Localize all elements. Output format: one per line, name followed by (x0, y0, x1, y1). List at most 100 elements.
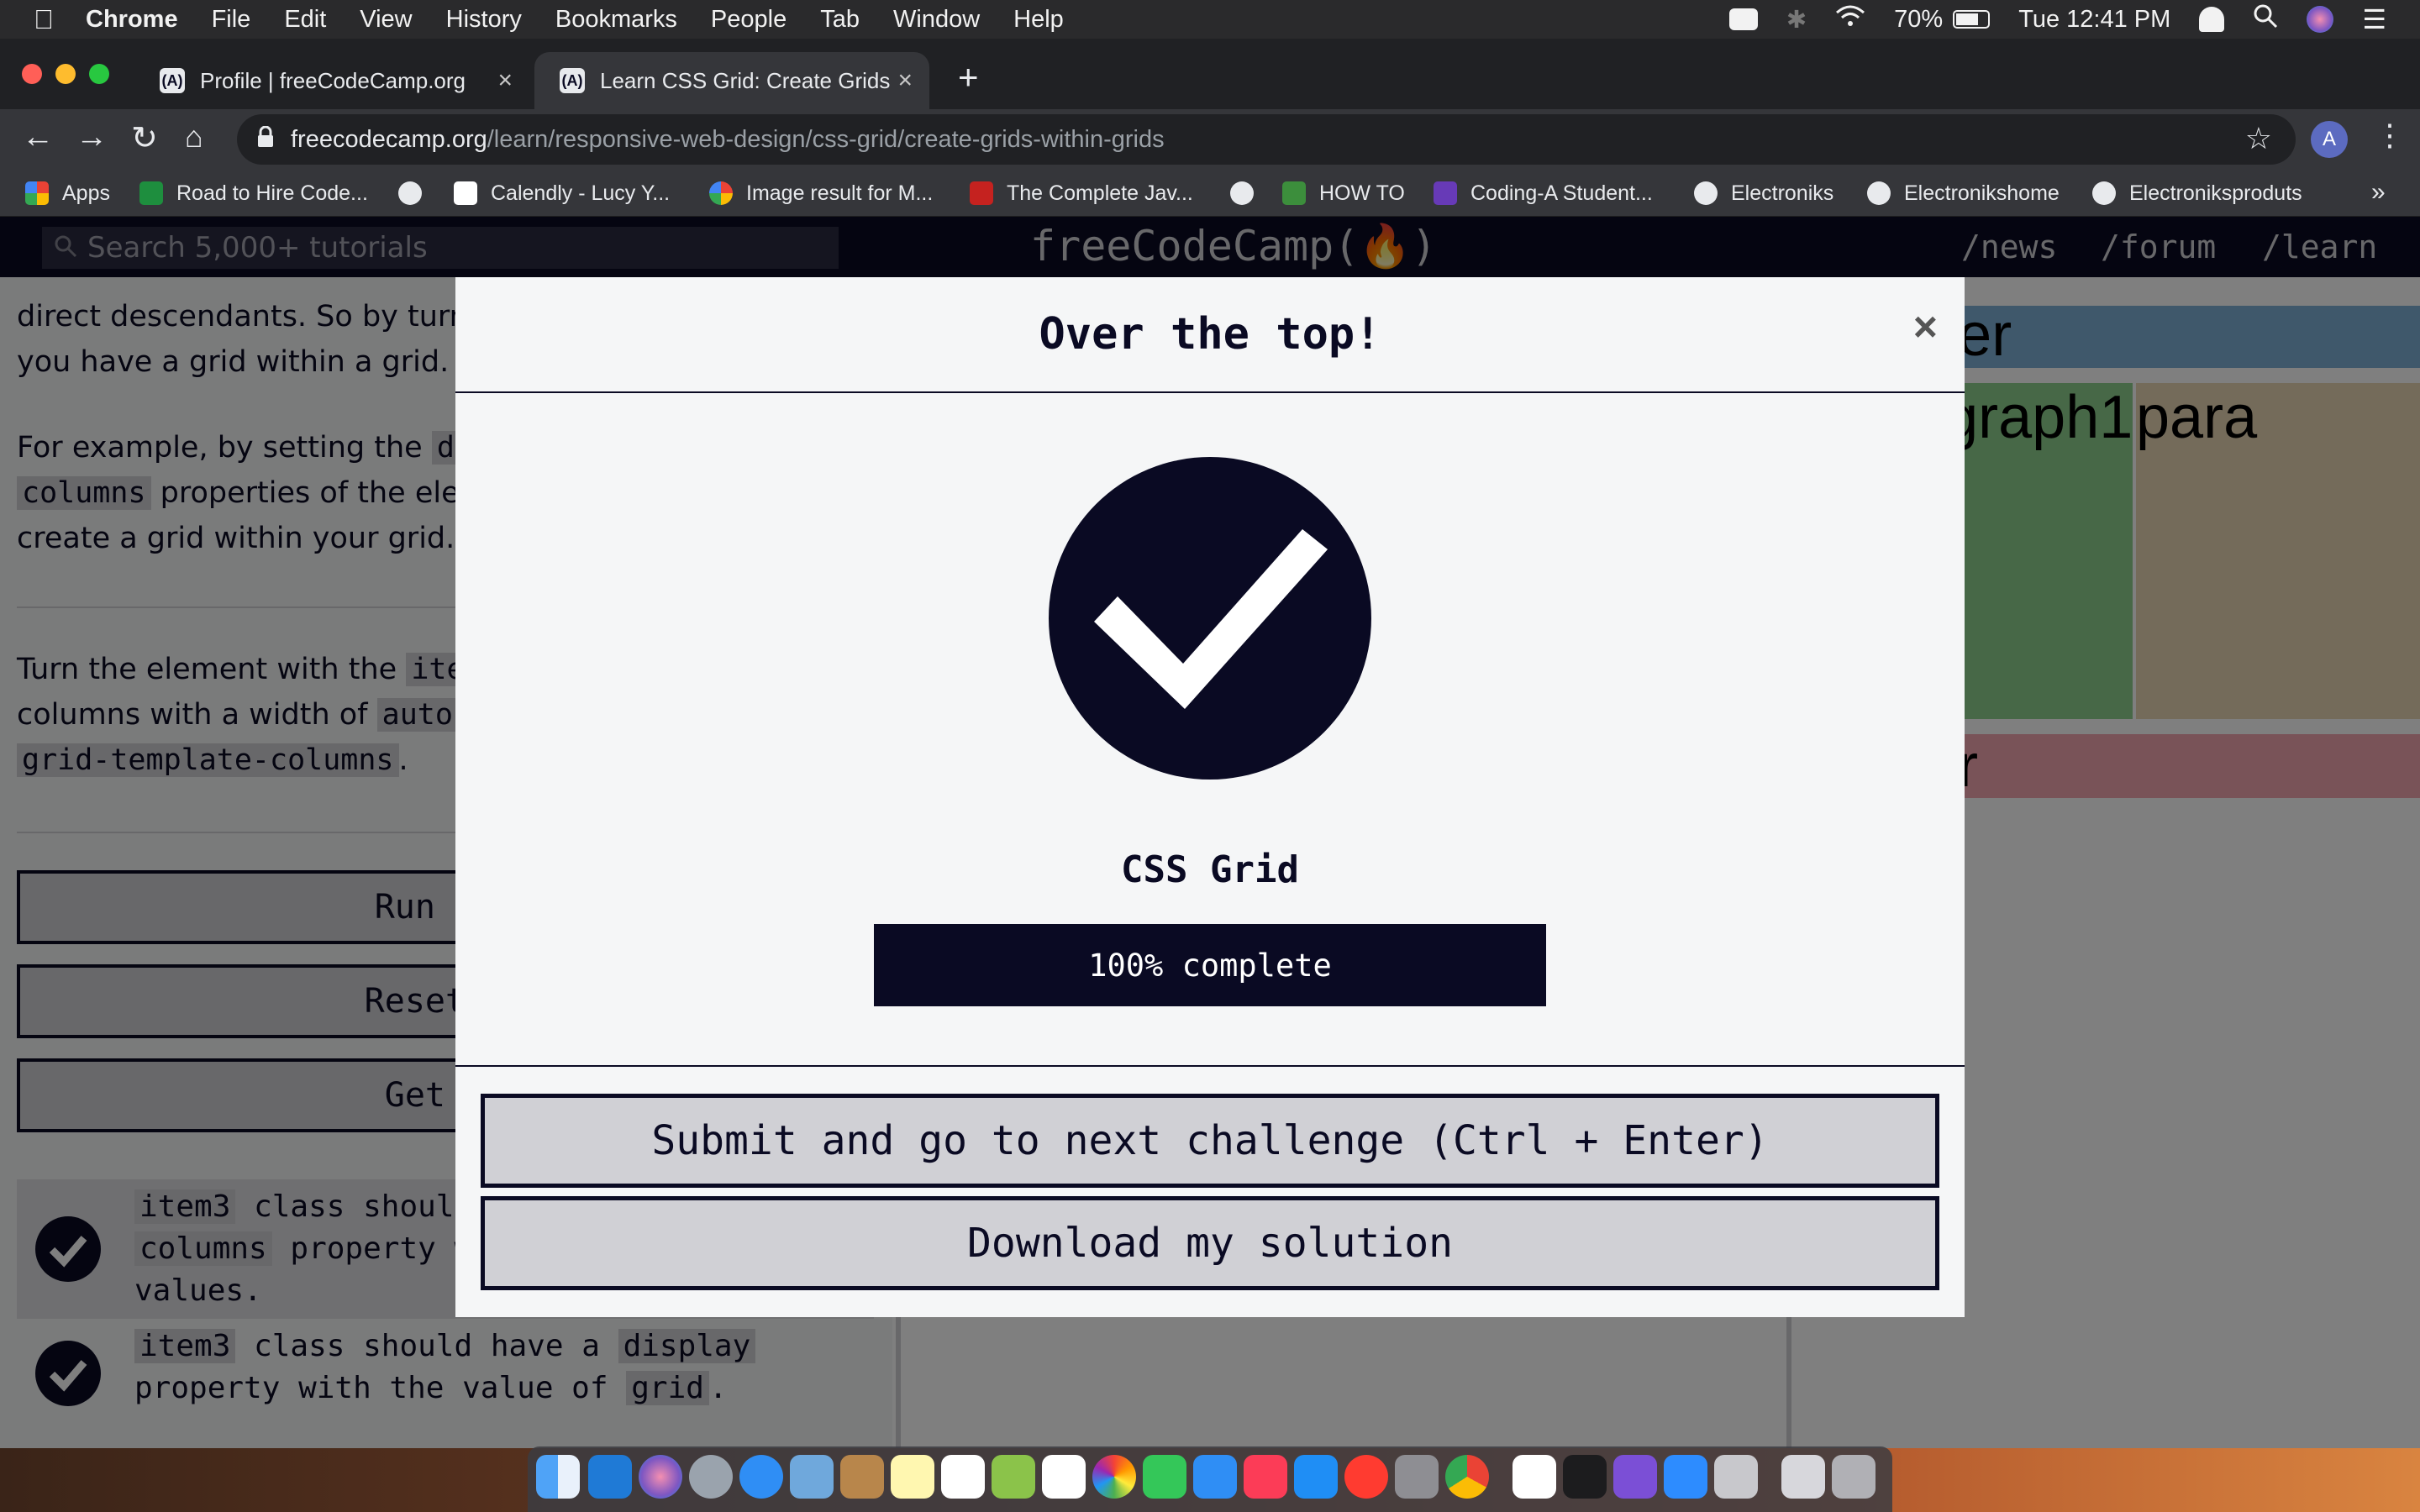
finder-icon[interactable] (536, 1455, 580, 1499)
bookmark-road-to-hire[interactable]: Road to Hire Code... (139, 180, 368, 207)
reload-icon[interactable]: ↻ (131, 119, 158, 157)
home-icon[interactable]: ⌂ (185, 119, 203, 155)
bookmarks-overflow-icon[interactable]: » (2371, 178, 2386, 207)
bookmark-electroniks[interactable]: Electroniks (1694, 180, 1833, 207)
bookmark-globe-1[interactable] (398, 180, 435, 207)
launchpad-icon[interactable] (689, 1455, 733, 1499)
notebook-icon[interactable] (840, 1455, 884, 1499)
music-icon[interactable] (1244, 1455, 1287, 1499)
reminders-icon[interactable] (941, 1455, 985, 1499)
menu-tab[interactable]: Tab (820, 6, 860, 34)
address-bar[interactable]: freecodecamp.org/learn/responsive-web-de… (237, 114, 2296, 165)
fcc-favicon-icon: (A) (160, 68, 185, 93)
safari-icon[interactable] (739, 1455, 783, 1499)
tab-title: Learn CSS Grid: Create Grids w (600, 67, 894, 93)
chrome-icon[interactable] (1445, 1455, 1489, 1499)
submit-next-button[interactable]: Submit and go to next challenge (Ctrl + … (481, 1094, 1939, 1188)
url-path: /learn/responsive-web-design/css-grid/cr… (487, 125, 1165, 153)
calendar-icon[interactable] (1042, 1455, 1086, 1499)
tab-learn-css-grid[interactable]: (A) Learn CSS Grid: Create Grids w × (534, 52, 929, 109)
button-label: Download my solution (967, 1220, 1453, 1267)
menu-view[interactable]: View (360, 6, 412, 34)
bookmarks-bar: Apps Road to Hire Code... Calendly - Luc… (0, 170, 2420, 217)
clock[interactable]: Tue 12:41 PM (2018, 6, 2170, 34)
browser-tab-strip: (A) Profile | freeCodeCamp.org × (A) Lea… (0, 39, 2420, 109)
github-desktop-icon[interactable] (1613, 1455, 1657, 1499)
battery-icon[interactable] (1953, 10, 1991, 29)
bookmark-label: The Complete Jav... (1007, 181, 1193, 205)
tab-profile[interactable]: (A) Profile | freeCodeCamp.org × (134, 52, 529, 109)
bookmark-label: Image result for M... (746, 181, 934, 205)
app-store-icon[interactable] (1294, 1455, 1338, 1499)
profile-avatar[interactable]: A (2311, 121, 2348, 158)
user-icon[interactable] (2199, 7, 2225, 32)
notes-icon[interactable] (891, 1455, 934, 1499)
bookmark-label: Coding-A Student... (1470, 181, 1653, 205)
zoom-icon[interactable] (1664, 1455, 1707, 1499)
photos-icon[interactable] (1092, 1455, 1136, 1499)
downloads-folder-icon[interactable] (1781, 1455, 1825, 1499)
siri-icon[interactable] (639, 1455, 682, 1499)
preview-app-icon[interactable] (790, 1455, 834, 1499)
menu-app-name[interactable]: Chrome (86, 6, 178, 34)
globe-icon (2092, 181, 2116, 205)
globe-icon (1230, 181, 1254, 205)
menu-people[interactable]: People (711, 6, 786, 34)
window-zoom-button[interactable] (89, 64, 109, 84)
course-name: CSS Grid (1121, 848, 1299, 891)
bookmark-calendly[interactable]: Calendly - Lucy Y... (454, 180, 670, 207)
menu-window[interactable]: Window (893, 6, 980, 34)
maps-icon[interactable] (992, 1455, 1035, 1499)
bookmark-coding-a-student[interactable]: Coding-A Student... (1434, 180, 1653, 207)
fcc-favicon-icon: (A) (560, 68, 585, 93)
bluetooth-icon[interactable]: ✱ (1786, 5, 1807, 34)
system-preferences-icon[interactable] (1395, 1455, 1439, 1499)
bookmark-electronikshome[interactable]: Electronikshome (1867, 180, 2060, 207)
browser-menu-icon[interactable]: ⋮ (2375, 118, 2405, 153)
bookmark-electroniksproduts[interactable]: Electroniksproduts (2092, 180, 2302, 207)
bookmark-complete-java[interactable]: The Complete Jav... (970, 180, 1193, 207)
messages-icon[interactable] (1193, 1455, 1237, 1499)
menu-help[interactable]: Help (1013, 6, 1064, 34)
modal-footer: Submit and go to next challenge (Ctrl + … (455, 1065, 1965, 1317)
news-icon[interactable] (1344, 1455, 1388, 1499)
menu-bookmarks[interactable]: Bookmarks (555, 6, 677, 34)
vscode-icon[interactable] (588, 1455, 632, 1499)
tab-close-icon[interactable]: × (497, 66, 513, 95)
apps-grid-icon (25, 181, 49, 205)
download-solution-button[interactable]: Download my solution (481, 1196, 1939, 1290)
bookmark-globe-2[interactable] (1230, 180, 1267, 207)
tab-title: Profile | freeCodeCamp.org (200, 67, 466, 93)
window-close-button[interactable] (22, 64, 42, 84)
apple-icon[interactable]:  (34, 4, 54, 35)
tab-close-icon[interactable]: × (897, 66, 913, 95)
menu-edit[interactable]: Edit (284, 6, 326, 34)
bookmark-label: Calendly - Lucy Y... (491, 181, 671, 205)
notification-center-icon[interactable]: ☰ (2362, 3, 2386, 35)
siri-icon[interactable] (2307, 6, 2334, 33)
menu-file[interactable]: File (212, 6, 251, 34)
bookmark-image-result[interactable]: Image result for M... (709, 180, 933, 207)
lock-icon[interactable] (257, 125, 274, 147)
wifi-icon[interactable] (1835, 4, 1865, 34)
spotlight-icon[interactable] (2253, 3, 2278, 35)
close-icon[interactable]: × (1913, 302, 1938, 351)
bookmark-how-to[interactable]: HOW TO (1282, 180, 1405, 207)
back-icon[interactable]: ← (22, 119, 54, 155)
window-minimize-button[interactable] (55, 64, 76, 84)
google-icon (709, 181, 733, 205)
screenshot-icon[interactable] (1714, 1455, 1758, 1499)
video-icon[interactable] (1728, 8, 1758, 30)
bookmark-star-icon[interactable]: ☆ (2245, 121, 2272, 156)
bookmark-label: HOW TO (1319, 181, 1405, 205)
menu-history[interactable]: History (446, 6, 522, 34)
facetime-icon[interactable] (1143, 1455, 1186, 1499)
forward-icon[interactable]: → (76, 119, 108, 155)
bookmark-apps[interactable]: Apps (25, 180, 110, 207)
trash-icon[interactable] (1832, 1455, 1876, 1499)
list-icon (1434, 181, 1457, 205)
slack-icon[interactable] (1512, 1455, 1556, 1499)
terminal-icon[interactable] (1563, 1455, 1607, 1499)
new-tab-icon[interactable]: + (958, 57, 979, 97)
globe-icon (1867, 181, 1891, 205)
